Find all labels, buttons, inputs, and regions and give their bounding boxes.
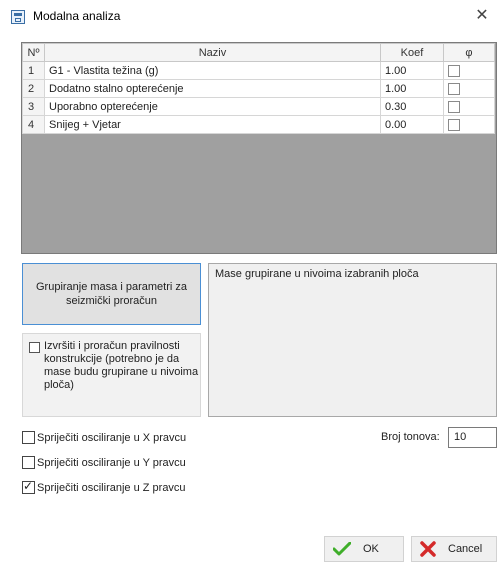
column-header-naziv[interactable]: Naziv (44, 43, 381, 62)
close-button[interactable]: ✕ (470, 4, 494, 28)
broj-tonova-input[interactable]: 10 (448, 427, 497, 448)
cell-naziv[interactable]: Snijeg + Vjetar (44, 115, 381, 134)
table-row[interactable]: 4 Snijeg + Vjetar 0.00 (22, 115, 495, 134)
cross-icon (420, 541, 436, 557)
column-header-no[interactable]: Nº (22, 43, 45, 62)
regularity-check-panel: Izvršiti i proračun pravilnosti konstruk… (22, 333, 201, 417)
prevent-y-checkbox[interactable] (22, 455, 35, 469)
ok-label: OK (363, 543, 379, 555)
phi-checkbox[interactable] (448, 118, 460, 131)
window-title: Modalna analiza (33, 9, 121, 23)
column-header-koef[interactable]: Koef (380, 43, 444, 62)
broj-tonova-label: Broj tonova: (381, 431, 440, 443)
cell-koef[interactable]: 1.00 (380, 79, 444, 98)
title-bar: Modalna analiza ✕ (0, 0, 501, 34)
table-row[interactable]: 3 Uporabno opterećenje 0.30 (22, 97, 495, 116)
cell-naziv[interactable]: Uporabno opterećenje (44, 97, 381, 116)
phi-checkbox[interactable] (448, 64, 460, 77)
prevent-x-oscillation[interactable]: Spriječiti osciliranje u X pravcu (22, 430, 187, 445)
row-number: 2 (22, 79, 45, 98)
load-case-grid[interactable]: Nº Naziv Koef φ 1 G1 - Vlastita težina (… (21, 42, 497, 254)
prevent-z-oscillation[interactable]: Spriječiti osciliranje u Z pravcu (22, 479, 186, 495)
group-masses-button[interactable]: Grupiranje masa i parametri za seizmički… (22, 263, 201, 325)
prevent-x-label: Spriječiti osciliranje u X pravcu (37, 432, 187, 444)
phi-checkbox[interactable] (448, 82, 460, 95)
regularity-checkbox[interactable] (29, 342, 40, 353)
cell-koef[interactable]: 0.30 (380, 97, 444, 116)
cell-naziv[interactable]: Dodatno stalno opterećenje (44, 79, 381, 98)
prevent-y-label: Spriječiti osciliranje u Y pravcu (37, 457, 186, 469)
load-case-table: Nº Naziv Koef φ 1 G1 - Vlastita težina (… (22, 43, 495, 134)
cell-naziv[interactable]: G1 - Vlastita težina (g) (44, 61, 381, 80)
prevent-x-checkbox[interactable] (22, 430, 35, 444)
prevent-z-label: Spriječiti osciliranje u Z pravcu (37, 482, 186, 494)
row-number: 4 (22, 115, 45, 134)
ok-button[interactable]: OK (324, 536, 404, 562)
check-icon (333, 542, 351, 556)
cell-koef[interactable]: 0.00 (380, 115, 444, 134)
app-icon (11, 10, 25, 24)
cell-phi[interactable] (443, 115, 495, 134)
table-header-row: Nº Naziv Koef φ (22, 43, 495, 62)
cell-phi[interactable] (443, 97, 495, 116)
row-number: 1 (22, 61, 45, 80)
cell-koef[interactable]: 1.00 (380, 61, 444, 80)
table-row[interactable]: 1 G1 - Vlastita težina (g) 1.00 (22, 61, 495, 80)
cell-phi[interactable] (443, 79, 495, 98)
grouped-masses-memo[interactable]: Mase grupirane u nivoima izabranih ploča (208, 263, 497, 417)
cell-phi[interactable] (443, 61, 495, 80)
cancel-button[interactable]: Cancel (411, 536, 497, 562)
prevent-z-checkbox[interactable] (22, 479, 35, 494)
row-number: 3 (22, 97, 45, 116)
cancel-label: Cancel (448, 543, 483, 555)
regularity-check-label[interactable]: Izvršiti i proračun pravilnosti konstruk… (44, 340, 199, 392)
prevent-y-oscillation[interactable]: Spriječiti osciliranje u Y pravcu (22, 455, 186, 470)
phi-checkbox[interactable] (448, 100, 460, 113)
column-header-phi[interactable]: φ (443, 43, 495, 62)
table-row[interactable]: 2 Dodatno stalno opterećenje 1.00 (22, 79, 495, 98)
